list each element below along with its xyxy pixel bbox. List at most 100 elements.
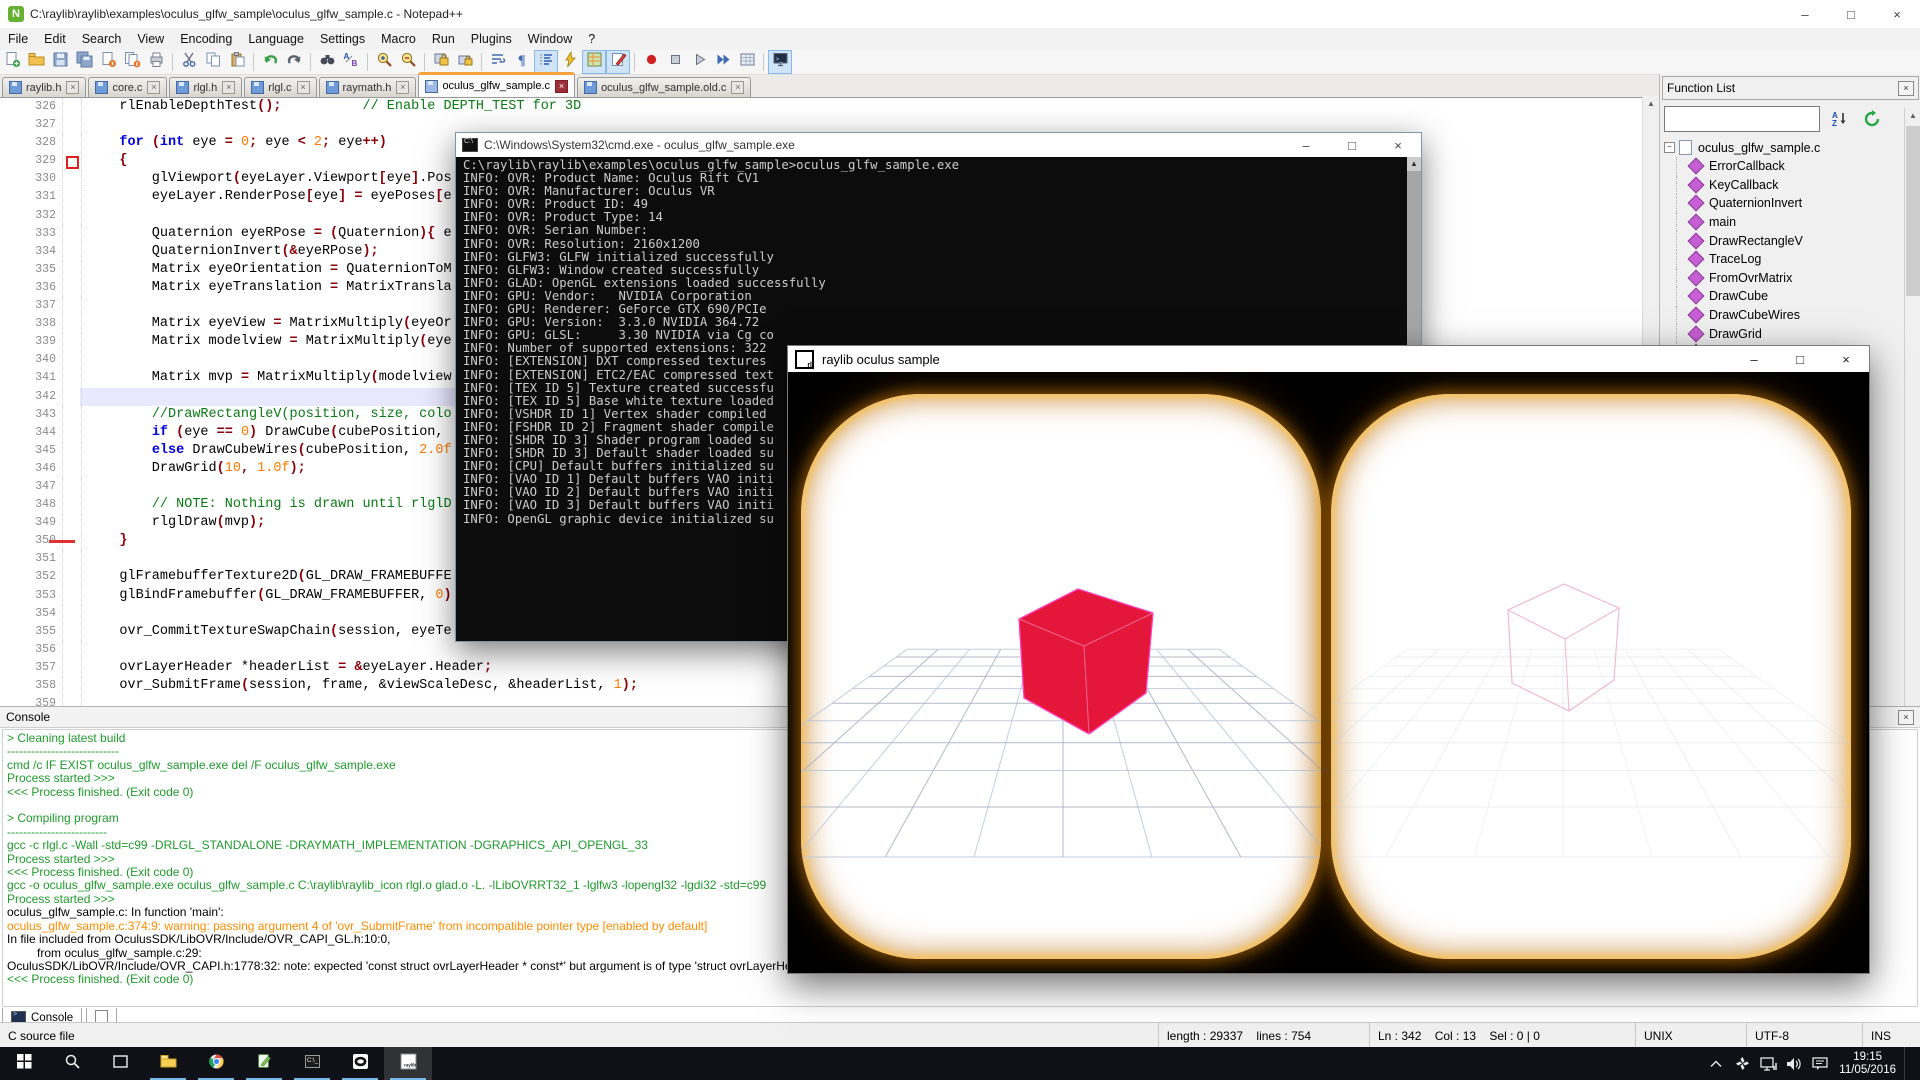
function-list-search-input[interactable] (1664, 106, 1820, 132)
tab-close-icon[interactable]: × (555, 80, 568, 93)
replace-button[interactable]: AB (339, 50, 363, 74)
scroll-up-icon[interactable]: ▲ (1643, 96, 1659, 112)
menu-view[interactable]: View (129, 30, 172, 48)
tab-oculus_glfw_sample.old.c[interactable]: oculus_glfw_sample.old.c× (577, 77, 751, 97)
menu-search[interactable]: Search (74, 30, 130, 48)
menu-settings[interactable]: Settings (312, 30, 373, 48)
stop-macro-button[interactable] (663, 50, 687, 74)
tab-close-icon[interactable]: × (731, 81, 744, 94)
close-button[interactable] (96, 50, 120, 74)
function-list-button[interactable] (558, 50, 582, 74)
redo-button[interactable] (282, 50, 306, 74)
function-list-item[interactable]: ErrorCallback (1664, 157, 1920, 176)
function-list-close-button[interactable]: × (1898, 81, 1914, 96)
close-button[interactable]: × (1874, 0, 1920, 28)
zoom-out-button[interactable] (396, 50, 420, 74)
open-file-button[interactable] (24, 50, 48, 74)
undo-button[interactable] (258, 50, 282, 74)
menu-help[interactable]: ? (580, 30, 603, 48)
function-list-scrollbar-thumb[interactable] (1906, 126, 1920, 296)
show-desktop-button[interactable] (1904, 1047, 1910, 1080)
indent-guide-button[interactable] (534, 50, 558, 74)
console-close-button[interactable]: × (1898, 710, 1914, 725)
play-macro-button[interactable] (687, 50, 711, 74)
taskbar-file-explorer-button[interactable] (144, 1047, 192, 1080)
cmd-maximize-button[interactable]: □ (1329, 133, 1375, 157)
tray-chevron-up-icon[interactable] (1703, 1047, 1729, 1080)
tab-oculus_glfw_sample.c[interactable]: oculus_glfw_sample.c× (418, 72, 575, 97)
sort-az-icon[interactable]: AZ (1828, 108, 1852, 130)
raylib-titlebar[interactable]: raylib oculus sample – □ × (788, 346, 1869, 372)
cmd-minimize-button[interactable]: – (1283, 133, 1329, 157)
menu-encoding[interactable]: Encoding (172, 30, 240, 48)
tab-close-icon[interactable]: × (66, 81, 79, 94)
menu-window[interactable]: Window (520, 30, 580, 48)
taskbar-chrome-button[interactable] (192, 1047, 240, 1080)
function-list-item[interactable]: DrawCubeWires (1664, 306, 1920, 325)
menu-macro[interactable]: Macro (373, 30, 424, 48)
document-map-button[interactable] (582, 50, 606, 74)
function-list-item[interactable]: FromOvrMatrix (1664, 269, 1920, 288)
tab-close-icon[interactable]: × (222, 81, 235, 94)
menu-language[interactable]: Language (240, 30, 312, 48)
sync-vertical-button[interactable] (429, 50, 453, 74)
minimize-button[interactable]: – (1782, 0, 1828, 28)
paste-button[interactable] (225, 50, 249, 74)
tray-network-icon[interactable] (1755, 1047, 1781, 1080)
save-all-button[interactable] (72, 50, 96, 74)
tray-pinwheel-icon[interactable] (1729, 1047, 1755, 1080)
run-macro-multiple-button[interactable] (711, 50, 735, 74)
function-list-item[interactable]: KeyCallback (1664, 176, 1920, 195)
raylib-window[interactable]: raylib oculus sample – □ × (787, 345, 1870, 974)
show-all-characters-button[interactable]: ¶ (510, 50, 534, 74)
folder-as-workspace-button[interactable] (606, 50, 630, 74)
save-button[interactable] (48, 50, 72, 74)
tab-rlgl.c[interactable]: rlgl.c× (244, 77, 316, 97)
taskbar-oculus-button[interactable] (336, 1047, 384, 1080)
save-macro-button[interactable] (735, 50, 759, 74)
tray-speaker-icon[interactable] (1781, 1047, 1807, 1080)
cmd-close-button[interactable]: × (1375, 133, 1421, 157)
copy-button[interactable] (201, 50, 225, 74)
sync-horizontal-button[interactable] (453, 50, 477, 74)
notepadpp-titlebar[interactable]: N C:\raylib\raylib\examples\oculus_glfw_… (0, 0, 1920, 28)
find-button[interactable] (315, 50, 339, 74)
word-wrap-button[interactable] (486, 50, 510, 74)
maximize-button[interactable]: □ (1828, 0, 1874, 28)
menu-edit[interactable]: Edit (36, 30, 74, 48)
new-file-button[interactable] (0, 50, 24, 74)
cmd-titlebar[interactable]: C:\Windows\System32\cmd.exe - oculus_glf… (456, 133, 1421, 157)
function-list-item[interactable]: DrawCube (1664, 287, 1920, 306)
function-list-item[interactable]: TraceLog (1664, 250, 1920, 269)
action-center-icon[interactable] (1807, 1047, 1833, 1080)
tab-close-icon[interactable]: × (297, 81, 310, 94)
tab-raylib.h[interactable]: raylib.h× (2, 77, 86, 97)
taskbar-task-view-button[interactable] (96, 1047, 144, 1080)
nppexec-console-button[interactable]: >_ (768, 50, 792, 74)
tab-rlgl.h[interactable]: rlgl.h× (169, 77, 242, 97)
menu-file[interactable]: File (0, 30, 36, 48)
function-list-root[interactable]: −oculus_glfw_sample.c (1664, 138, 1920, 157)
taskbar-search-button[interactable] (48, 1047, 96, 1080)
function-list-item[interactable]: QuaternionInvert (1664, 194, 1920, 213)
print-button[interactable] (144, 50, 168, 74)
close-all-button[interactable] (120, 50, 144, 74)
taskbar-notepadpp-button[interactable] (240, 1047, 288, 1080)
tab-raymath.h[interactable]: raymath.h× (319, 77, 417, 97)
menu-plugins[interactable]: Plugins (463, 30, 520, 48)
scroll-up-icon[interactable]: ▲ (1407, 157, 1421, 171)
cut-button[interactable] (177, 50, 201, 74)
raylib-minimize-button[interactable]: – (1731, 346, 1777, 372)
menu-run[interactable]: Run (424, 30, 463, 48)
function-list-item[interactable]: DrawGrid (1664, 324, 1920, 343)
taskbar-start-button[interactable] (0, 1047, 48, 1080)
raylib-maximize-button[interactable]: □ (1777, 346, 1823, 372)
taskbar-raylib-button[interactable]: raylib (384, 1047, 432, 1080)
function-list-item[interactable]: main (1664, 213, 1920, 232)
raylib-close-button[interactable]: × (1823, 346, 1869, 372)
function-list-item[interactable]: DrawRectangleV (1664, 231, 1920, 250)
function-list-scrollbar[interactable]: ▲ (1904, 108, 1920, 706)
scroll-up-icon[interactable]: ▲ (1905, 108, 1920, 124)
zoom-in-button[interactable] (372, 50, 396, 74)
tab-close-icon[interactable]: × (396, 81, 409, 94)
